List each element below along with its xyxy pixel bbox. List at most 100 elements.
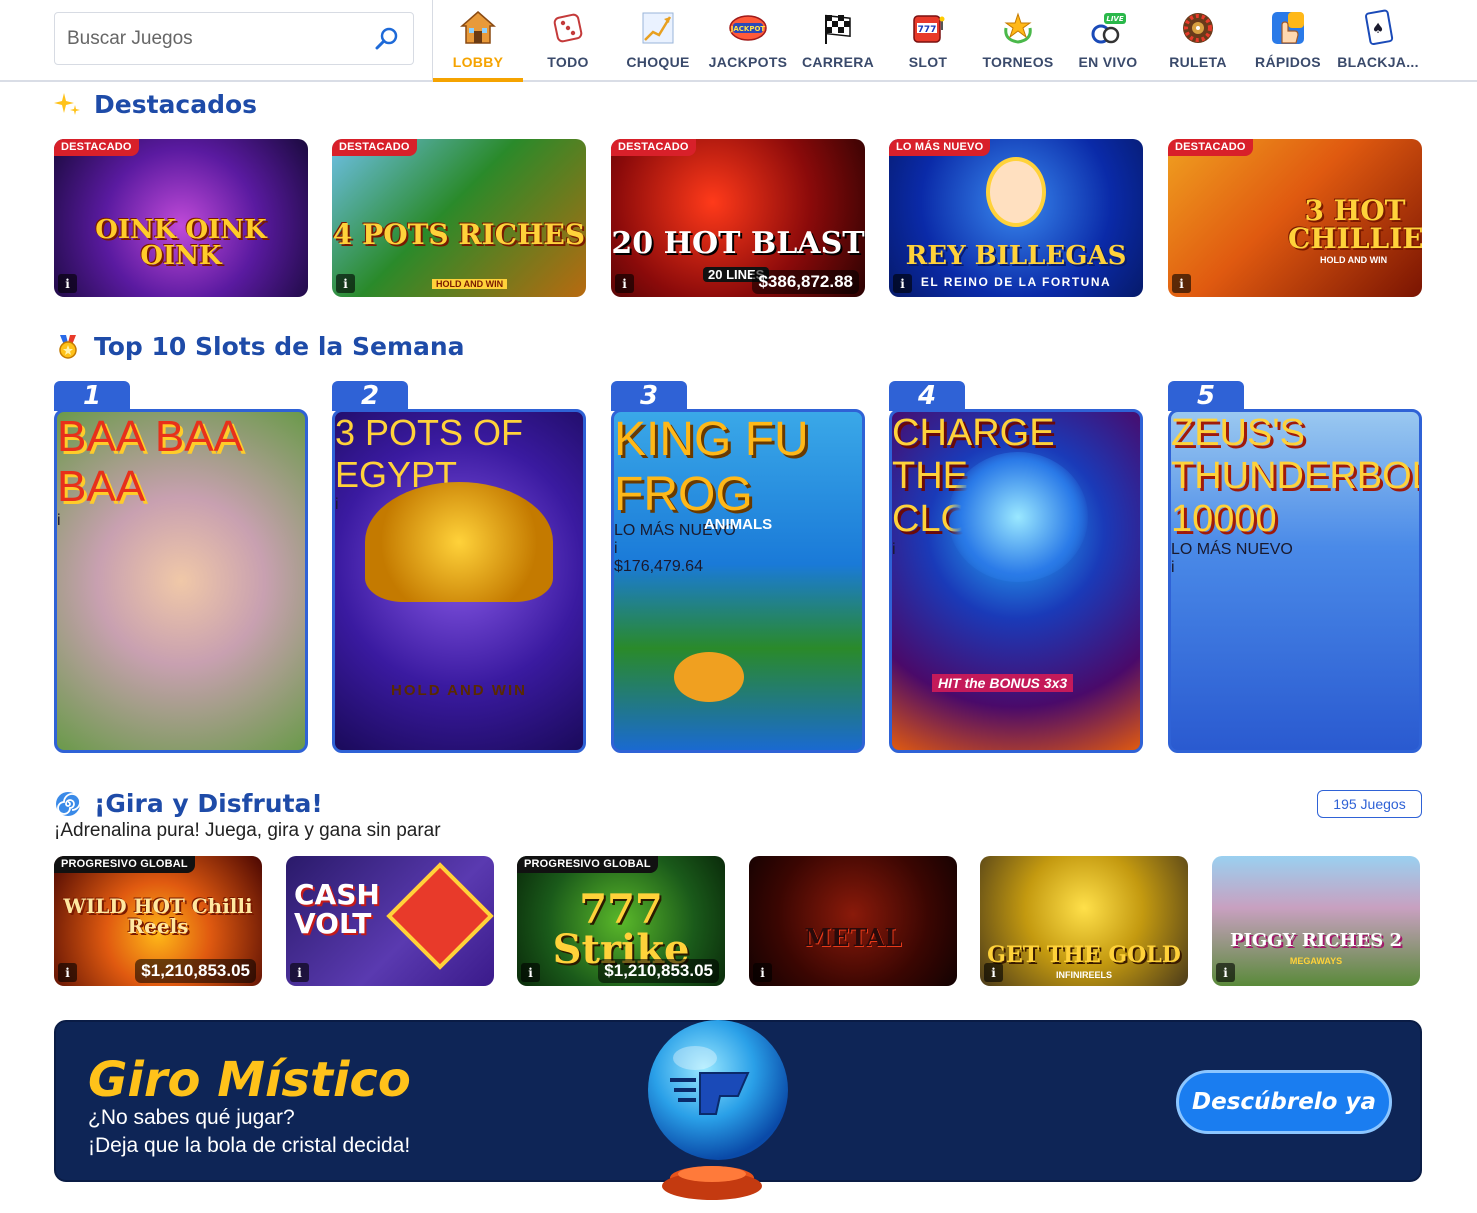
info-icon[interactable]: i [521,963,540,982]
section-subtitle: ¡Adrenalina pura! Juega, gira y gana sin… [54,820,441,841]
games-count-button[interactable]: 195 Juegos [1317,790,1422,818]
discover-button[interactable]: Descúbrelo ya [1176,1070,1392,1134]
svg-text:JACKPOT: JACKPOT [730,25,766,33]
game-title: ZEUS'S THUNDERBOLT 10000 [1171,412,1419,540]
nav-item-torneos[interactable]: TORNEOS [973,0,1063,80]
banner-line-1: ¿No sabes qué jugar? [88,1106,295,1129]
sparkles-icon [54,91,82,119]
game-card-777-strike[interactable]: 777 Strike PROGRESIVO GLOBAL i $1,210,85… [517,856,725,986]
nav-label: RULETA [1169,54,1227,70]
game-title: METAL [804,923,902,952]
nav-item-choque[interactable]: CHOQUE [613,0,703,80]
lightning-emblem [386,862,494,970]
info-icon[interactable]: i [336,274,355,293]
crash-chart-icon [638,8,678,48]
nav-item-en-vivo[interactable]: LIVE EN VIVO [1063,0,1153,80]
game-card-20-hot-blast[interactable]: 20 HOT BLAST 20 LINES DESTACADO i $386,8… [611,139,865,297]
nav-item-todo[interactable]: TODO [523,0,613,80]
dice-icon [548,8,588,48]
info-icon[interactable]: i [58,963,77,982]
game-title: KING FU FROG [614,413,809,521]
clover-illustration [948,452,1088,582]
game-card-charge-the-clovers[interactable]: CHARGE THE CLOVERS HIT the BONUS 3x3 i [889,409,1143,753]
nav-item-lobby[interactable]: LOBBY [433,0,523,82]
info-icon[interactable]: i [290,963,309,982]
info-icon[interactable]: i [614,540,862,558]
nav-item-carrera[interactable]: CARRERA [793,0,883,80]
jackpot-amount: $1,210,853.05 [598,959,719,983]
game-title: WILD HOT Chilli Reels [63,894,253,938]
badge-new: LO MÁS NUEVO [1171,541,1293,558]
game-subtitle: ANIMALS [703,516,773,533]
pot-illustration [365,482,553,602]
game-card-king-fu-frog[interactable]: KING FU FROG ANIMALS LO MÁS NUEVO i $176… [611,409,865,753]
badge-progressive: PROGRESIVO GLOBAL [517,856,658,873]
info-icon[interactable]: i [1171,559,1419,577]
badge-destacado: DESTACADO [332,139,417,156]
info-icon[interactable]: i [58,274,77,293]
nav-item-slot[interactable]: 777 SLOT [883,0,973,80]
character-illustration [986,157,1046,227]
frog-illustration [674,652,744,702]
game-title: 777 Strike [552,886,690,973]
banner-title: Giro Místico [88,1052,411,1108]
info-icon[interactable]: i [57,512,305,530]
jackpot-amount: $386,872.88 [752,270,859,294]
info-icon[interactable]: i [893,274,912,293]
game-subtitle: HIT the BONUS 3x3 [932,674,1074,692]
nav-label: CARRERA [801,54,875,70]
game-subtitle: EL REINO DE LA FORTUNA [920,275,1112,289]
svg-text:777: 777 [918,25,937,35]
game-card-wild-hot-chilli-reels[interactable]: WILD HOT Chilli Reels PROGRESIVO GLOBAL … [54,856,262,986]
info-icon[interactable]: i [753,963,772,982]
nav-item-rapidos[interactable]: RÁPIDOS [1243,0,1333,80]
game-title: 4 POTS RICHES [332,218,586,251]
info-icon[interactable]: i [1172,274,1191,293]
game-card-oink-oink-oink[interactable]: OINK OINK OINK DESTACADO i [54,139,308,297]
nav-item-jackpots[interactable]: JACKPOT JACKPOTS [703,0,793,80]
game-card-get-the-gold[interactable]: GET THE GOLD INFINIREELS i [980,856,1188,986]
game-subtitle: INFINIREELS [1055,970,1112,980]
jackpot-amount: $176,479.64 [614,558,703,575]
checkered-flag-icon [818,8,858,48]
badge-progressive: PROGRESIVO GLOBAL [54,856,195,873]
info-icon[interactable]: i [984,963,1003,982]
badge-destacado: DESTACADO [1168,139,1253,156]
game-card-3-hot-chillies[interactable]: 3 HOT CHILLIES HOLD AND WIN DESTACADO i [1168,139,1422,297]
search-icon[interactable] [373,25,401,53]
game-card-cash-volt[interactable]: CASH VOLT i [286,856,494,986]
banner-line-2: ¡Deja que la bola de cristal decida! [88,1134,411,1157]
section-title-featured: Destacados [54,90,257,119]
house-icon [458,8,498,48]
game-title: OINK OINK OINK [95,215,267,271]
game-title: GET THE GOLD [987,942,1181,968]
medal-icon [54,333,82,361]
info-icon[interactable]: i [615,274,634,293]
search-input[interactable] [67,27,373,50]
badge-new: LO MÁS NUEVO [889,139,991,156]
nav-item-blackjack[interactable]: ♠ BLACKJA... [1333,0,1423,80]
game-card-3-pots-of-egypt[interactable]: 3 POTS OF EGYPT HOLD AND WIN i [332,409,586,753]
game-card-piggy-riches-2[interactable]: PIGGY RICHES 2 MEGAWAYS i [1212,856,1420,986]
game-card-4-pots-riches[interactable]: 4 POTS RICHES HOLD AND WIN DESTACADO i [332,139,586,297]
game-card-rey-billegas[interactable]: REY BILLEGAS EL REINO DE LA FORTUNA LO M… [889,139,1143,297]
game-title: REY BILLEGAS [905,241,1127,271]
game-title: BAA BAA BAA [57,412,241,511]
crystal-ball-icon [640,1018,790,1208]
game-title: PIGGY RICHES 2 [1229,930,1403,951]
jackpot-amount: $1,210,853.05 [135,959,256,983]
svg-text:LIVE: LIVE [1106,15,1123,23]
nav-label: LOBBY [452,54,504,70]
playing-card-icon: ♠ [1358,8,1398,48]
rank-tab: 5 [1168,381,1244,411]
search-box[interactable] [54,12,414,65]
spiral-icon [54,790,82,818]
nav-label: RÁPIDOS [1255,54,1321,70]
game-card-baa-baa-baa[interactable]: BAA BAA BAA i [54,409,308,753]
nav-label: JACKPOTS [708,54,788,70]
game-card-metal[interactable]: METAL i [749,856,957,986]
info-icon[interactable]: i [1216,963,1235,982]
game-card-zeus-thunderbolt[interactable]: ZEUS'S THUNDERBOLT 10000 LO MÁS NUEVO i [1168,409,1422,753]
nav-item-ruleta[interactable]: RULETA [1153,0,1243,80]
rank-tab: 1 [54,381,130,411]
